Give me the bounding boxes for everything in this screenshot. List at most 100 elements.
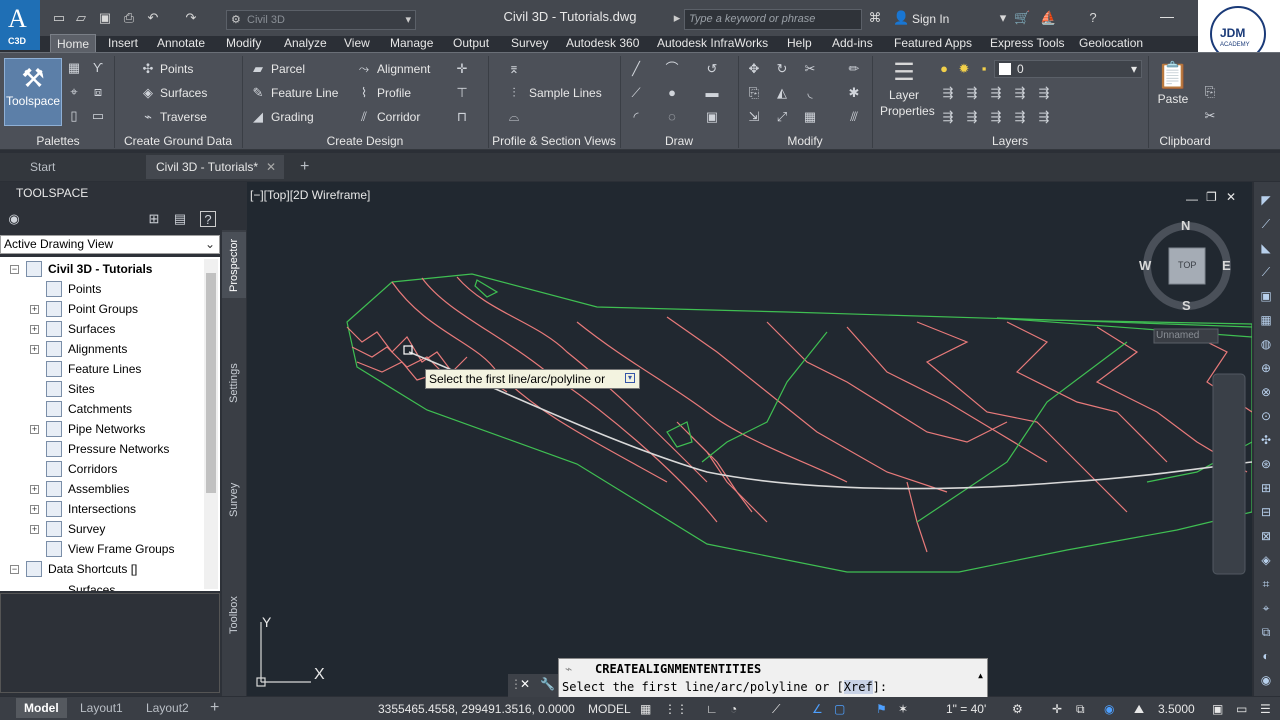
viewport-controls-label[interactable]: [−][Top][2D Wireframe]	[250, 188, 370, 202]
tree-item-catchments[interactable]: Catchments	[68, 399, 132, 419]
assembly-icon[interactable]: ⊤	[454, 85, 470, 101]
sign-in-button[interactable]: Sign In	[912, 12, 949, 26]
panel-title-palettes[interactable]: Palettes	[4, 133, 112, 149]
ortho-icon[interactable]: ∟	[706, 701, 718, 717]
chevron-down-icon[interactable]: ▾	[996, 11, 1010, 25]
tool-icon[interactable]: ⟋	[1258, 216, 1274, 232]
move-icon[interactable]: ✥	[746, 61, 762, 77]
new-file-icon[interactable]: ▭	[52, 11, 66, 25]
compass-east[interactable]: E	[1222, 258, 1231, 273]
annotation-icon[interactable]: ⚑	[876, 701, 887, 717]
restore-icon[interactable]: ❐	[1206, 190, 1217, 204]
doctab-start[interactable]: Start	[20, 155, 65, 179]
tab-infraworks[interactable]: Autodesk InfraWorks	[651, 34, 774, 52]
lightbulb-icon[interactable]: ●	[936, 61, 952, 77]
tree-item-survey[interactable]: Survey	[68, 519, 105, 539]
tree-root[interactable]: Civil 3D - Tutorials	[48, 259, 152, 279]
offset-icon[interactable]: ⫻	[846, 109, 862, 125]
grading-button[interactable]: Grading	[271, 109, 314, 125]
clean-screen-icon[interactable]: ▭	[1236, 701, 1247, 717]
corridor-button[interactable]: Corridor	[377, 109, 420, 125]
tool-icon[interactable]: ◈	[1258, 552, 1274, 568]
tree-item-corridors[interactable]: Corridors	[68, 459, 117, 479]
tab-express-tools[interactable]: Express Tools	[984, 34, 1070, 52]
copy-icon[interactable]: ⎘	[746, 85, 762, 101]
expand-history-icon[interactable]: ▲	[978, 671, 983, 680]
toolspace-list-icon[interactable]: ▤	[172, 211, 188, 227]
search-input[interactable]: Type a keyword or phrase	[684, 9, 862, 30]
tab-home[interactable]: Home	[50, 34, 97, 52]
tree-item-assemblies[interactable]: Assemblies	[68, 479, 129, 499]
binoculars-icon[interactable]: ⌘	[868, 11, 882, 25]
layer-tool-icon[interactable]: ⇶	[1036, 109, 1052, 125]
layer-tool-icon[interactable]: ⇶	[940, 85, 956, 101]
close-icon[interactable]: ✕	[1226, 190, 1236, 204]
layout-tab-model[interactable]: Model	[16, 698, 67, 718]
rectangle-icon[interactable]: ▬	[704, 85, 720, 101]
mirror-icon[interactable]: ◭	[774, 85, 790, 101]
workspace-dropdown[interactable]: Civil 3D ⚙ ▾	[226, 10, 416, 30]
panel-title-create-design[interactable]: Create Design	[244, 133, 486, 149]
collapse-icon[interactable]: −	[10, 265, 19, 274]
command-prompt[interactable]: Select the first line/arc/polyline or [X…	[562, 680, 887, 694]
tab-insert[interactable]: Insert	[102, 34, 144, 52]
tree-item-feature-lines[interactable]: Feature Lines	[68, 359, 141, 379]
help-icon[interactable]: ?	[200, 211, 216, 227]
save-icon[interactable]: ▣	[98, 11, 112, 25]
array-icon[interactable]: ▦	[802, 109, 818, 125]
prospector-icon[interactable]: ▦	[66, 60, 82, 76]
coordinates-readout[interactable]: 3355465.4558, 299491.3516, 0.0000	[378, 701, 575, 717]
settings-tree-icon[interactable]: Ƴ	[90, 60, 106, 76]
construction-line-icon[interactable]: ⟋	[628, 85, 644, 101]
command-line[interactable]: ⌁ CREATEALIGNMENTENTITIES ▲ Select the f…	[558, 658, 988, 698]
tool-icon[interactable]: ◐	[1258, 648, 1274, 664]
arc-icon[interactable]: ◜	[628, 109, 644, 125]
exchange-icon[interactable]: ⛵	[1040, 11, 1056, 25]
side-tab-prospector[interactable]: Prospector	[222, 232, 246, 298]
tree-item-points[interactable]: Points	[68, 279, 101, 299]
scrollbar-thumb[interactable]	[206, 273, 216, 493]
tool-icon[interactable]: ▣	[1258, 288, 1274, 304]
workspace-icon[interactable]: ⛰	[1134, 701, 1144, 717]
tool-icon[interactable]: ◣	[1258, 240, 1274, 256]
layout-tab-layout1[interactable]: Layout1	[72, 698, 131, 718]
tool-icon[interactable]: ◤	[1258, 192, 1274, 208]
tool-icon[interactable]: ⌗	[1258, 576, 1274, 592]
survey-icon[interactable]: ⌖	[66, 84, 82, 100]
polyline-icon[interactable]: ⌒	[664, 61, 680, 77]
expand-icon[interactable]: +	[30, 485, 39, 494]
expand-icon[interactable]: +	[30, 325, 39, 334]
tool-icon[interactable]: ⊛	[1258, 456, 1274, 472]
expand-icon[interactable]: +	[30, 525, 39, 534]
osnap-tracking-icon[interactable]: ∠	[812, 701, 823, 717]
side-tab-settings[interactable]: Settings	[222, 360, 246, 406]
layer-tool-icon[interactable]: ⇶	[1012, 109, 1028, 125]
annotation-scale[interactable]: 1" = 40'	[946, 701, 986, 717]
alignment-button[interactable]: Alignment	[377, 61, 430, 77]
layer-tool-icon[interactable]: ⇶	[988, 109, 1004, 125]
tool-icon[interactable]: ⊗	[1258, 384, 1274, 400]
tab-modify[interactable]: Modify	[220, 34, 267, 52]
loop-icon[interactable]: ↺	[704, 61, 720, 77]
stretch-icon[interactable]: ⇲	[746, 109, 762, 125]
wrench-icon[interactable]: 🔧	[540, 677, 555, 691]
tool-icon[interactable]: ◉	[1258, 672, 1274, 688]
tree-item-view-frame-groups[interactable]: View Frame Groups	[68, 539, 174, 559]
tab-survey[interactable]: Survey	[505, 34, 554, 52]
tree-item-pressure-networks[interactable]: Pressure Networks	[68, 439, 169, 459]
expand-icon[interactable]: +	[30, 505, 39, 514]
layer-tool-icon[interactable]: ⇶	[1036, 85, 1052, 101]
toolbox-icon[interactable]: ⧈	[90, 84, 106, 100]
undo-icon[interactable]: ↶	[146, 11, 160, 25]
layer-tool-icon[interactable]: ⇶	[964, 109, 980, 125]
layout-icon[interactable]: ⧉	[1076, 701, 1085, 717]
tab-add-ins[interactable]: Add-ins	[826, 34, 879, 52]
polar-icon[interactable]: ◔	[730, 701, 737, 717]
plus-icon[interactable]: ✛	[1052, 701, 1062, 717]
application-menu-button[interactable]: A C3D	[0, 0, 40, 50]
hatch-icon[interactable]: ◌	[664, 109, 680, 125]
expand-icon[interactable]: +	[30, 425, 39, 434]
panel-title-layers[interactable]: Layers	[874, 133, 1146, 149]
parcel-button[interactable]: Parcel	[271, 61, 305, 77]
cart-icon[interactable]: 🛒	[1014, 11, 1030, 25]
